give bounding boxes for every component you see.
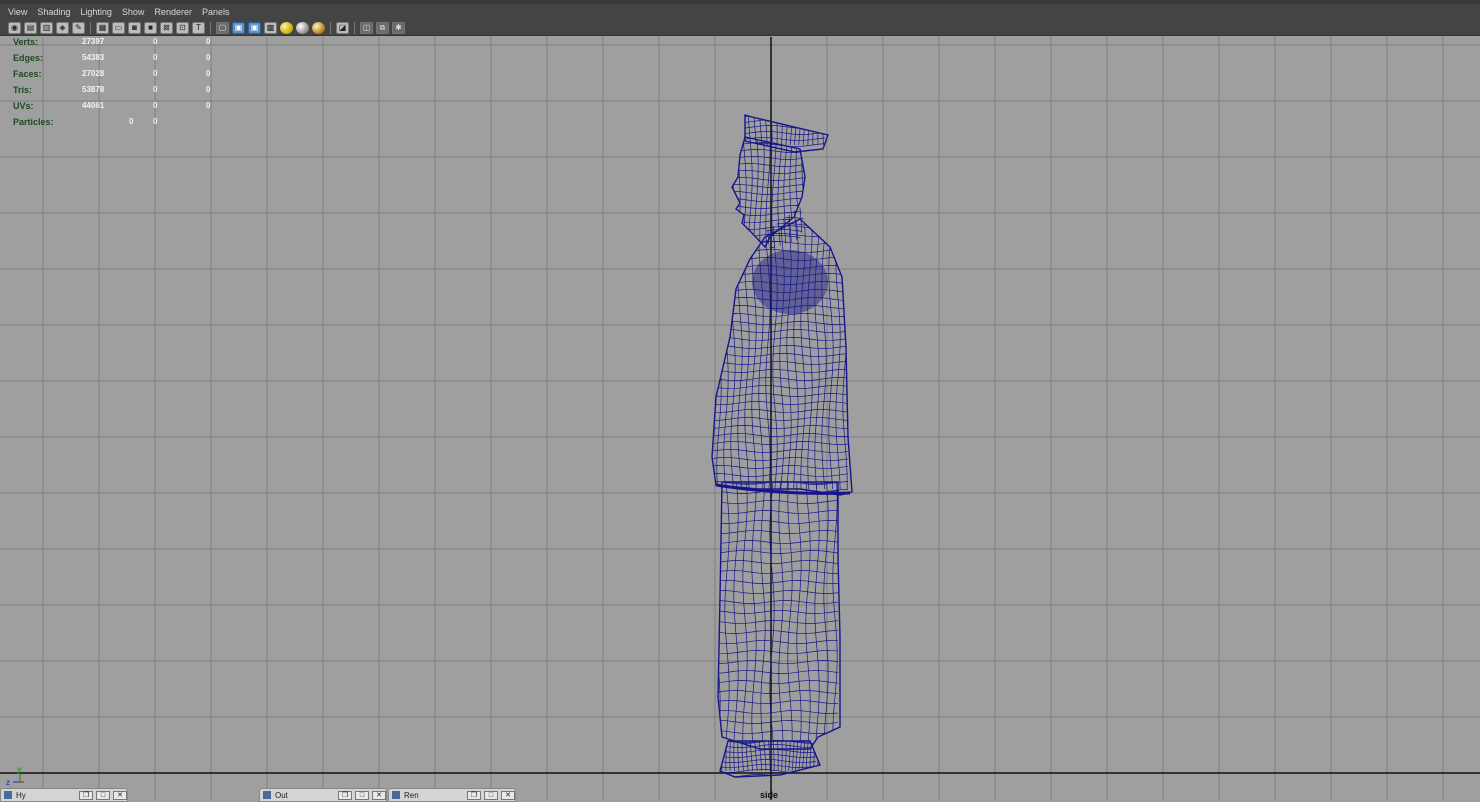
- panel-icon: [263, 791, 271, 799]
- 2d-pan-zoom-icon[interactable]: ◈: [56, 21, 69, 34]
- hud-value: 53878: [82, 85, 105, 94]
- maximize-icon[interactable]: □: [484, 790, 498, 800]
- hud-row-tris: Tris:: [13, 85, 32, 97]
- grid-icon[interactable]: ▦: [96, 21, 109, 34]
- grease-pencil-icon[interactable]: ✎: [72, 21, 85, 34]
- hud-value: 54383: [82, 53, 105, 62]
- hud-row-particles: Particles:: [13, 117, 54, 129]
- viewport-canvas[interactable]: [0, 37, 1480, 800]
- axis-y-label: y: [17, 765, 22, 774]
- smooth-shade-icon[interactable]: ▣: [232, 21, 245, 34]
- restore-icon[interactable]: ❐: [467, 790, 481, 800]
- hud-value: 0: [129, 117, 134, 126]
- default-light-icon[interactable]: [280, 21, 293, 34]
- hud-value: 0: [153, 101, 158, 110]
- safe-title-icon[interactable]: T: [192, 21, 205, 34]
- hud-value: 0: [153, 69, 158, 78]
- axis-gizmo: [13, 774, 24, 783]
- hud-label: Particles:: [13, 117, 54, 127]
- all-lights-icon[interactable]: [296, 21, 309, 34]
- panel-toolbar: ◉ ▤ ▥ ◈ ✎ ▦ ▭ ◙ ■ ⊠ ⊡ T ▢ ▣ ▣ ▩ ◪ ◫ ⧉ ✱: [0, 20, 1480, 36]
- hud-row-edges: Edges:: [13, 53, 43, 65]
- hud-row-uvs: UVs:: [13, 101, 34, 113]
- hud-value: 27028: [82, 69, 105, 78]
- hud-label: Faces:: [13, 69, 42, 79]
- viewport-grid: [0, 37, 1480, 800]
- toolbar-separator: [90, 21, 91, 34]
- restore-icon[interactable]: ❐: [338, 790, 352, 800]
- hud-value: 0: [153, 53, 158, 62]
- cap-mesh: [745, 115, 826, 152]
- camera-attributes-icon[interactable]: ◉: [8, 21, 21, 34]
- poly-count-hud: Verts: 27397 0 0 Edges: 54383 0 0 Faces:…: [0, 37, 230, 137]
- restore-icon[interactable]: ❐: [79, 790, 93, 800]
- hud-value: 27397: [82, 37, 105, 46]
- panel-label: Out: [275, 790, 288, 800]
- foot-mesh: [720, 741, 820, 777]
- wireframe-icon[interactable]: ▢: [216, 21, 229, 34]
- maximize-icon[interactable]: □: [355, 790, 369, 800]
- hud-value: 0: [206, 53, 211, 62]
- wireframe-on-shaded-icon[interactable]: ▣: [248, 21, 261, 34]
- shoulder-dense-mesh: [752, 250, 828, 314]
- panel-label: Hy: [16, 790, 26, 800]
- hud-label: UVs:: [13, 101, 34, 111]
- selected-lights-icon[interactable]: [312, 21, 325, 34]
- hud-value: 0: [153, 85, 158, 94]
- xray-components-icon[interactable]: ✱: [392, 21, 405, 34]
- field-chart-icon[interactable]: ⊠: [160, 21, 173, 34]
- close-icon[interactable]: ✕: [113, 790, 127, 800]
- image-plane-icon[interactable]: ▥: [40, 21, 53, 34]
- hud-row-verts: Verts:: [13, 37, 38, 49]
- hud-value: 0: [153, 37, 158, 46]
- panel-icon: [4, 791, 12, 799]
- isolate-select-icon[interactable]: ◪: [336, 21, 349, 34]
- menu-renderer[interactable]: Renderer: [154, 7, 192, 17]
- bookmark-icon[interactable]: ▤: [24, 21, 37, 34]
- xray-icon[interactable]: ◫: [360, 21, 373, 34]
- close-icon[interactable]: ✕: [501, 790, 515, 800]
- close-icon[interactable]: ✕: [372, 790, 386, 800]
- menu-view[interactable]: View: [8, 7, 27, 17]
- gate-mask-icon[interactable]: ■: [144, 21, 157, 34]
- maximize-icon[interactable]: □: [96, 790, 110, 800]
- pants-mesh: [718, 482, 839, 744]
- hud-label: Tris:: [13, 85, 33, 95]
- axis-z-label: z: [6, 778, 10, 787]
- hud-label: Verts:: [13, 37, 39, 47]
- film-gate-icon[interactable]: ▭: [112, 21, 125, 34]
- hud-value: 0: [153, 117, 158, 126]
- hud-value: 0: [206, 85, 211, 94]
- hud-label: Edges:: [13, 53, 44, 63]
- textured-icon[interactable]: ▩: [264, 21, 277, 34]
- hud-value: 0: [206, 69, 211, 78]
- menu-panels[interactable]: Panels: [202, 7, 230, 17]
- hud-value: 0: [206, 101, 211, 110]
- safe-action-icon[interactable]: ⊡: [176, 21, 189, 34]
- menu-lighting[interactable]: Lighting: [80, 7, 112, 17]
- panel-menubar: View Shading Lighting Show Renderer Pane…: [0, 4, 1480, 20]
- hud-value: 44061: [82, 101, 105, 110]
- xray-joints-icon[interactable]: ⧉: [376, 21, 389, 34]
- menu-show[interactable]: Show: [122, 7, 145, 17]
- toolbar-separator: [210, 21, 211, 34]
- hud-row-faces: Faces:: [13, 69, 42, 81]
- camera-name-label: side: [760, 790, 779, 800]
- hud-value: 0: [206, 37, 211, 46]
- toolbar-separator: [354, 21, 355, 34]
- panel-label: Ren: [404, 790, 419, 800]
- toolbar-separator: [330, 21, 331, 34]
- resolution-gate-icon[interactable]: ◙: [128, 21, 141, 34]
- panel-icon: [392, 791, 400, 799]
- viewport-side[interactable]: [0, 37, 1480, 800]
- menu-shading[interactable]: Shading: [37, 7, 70, 17]
